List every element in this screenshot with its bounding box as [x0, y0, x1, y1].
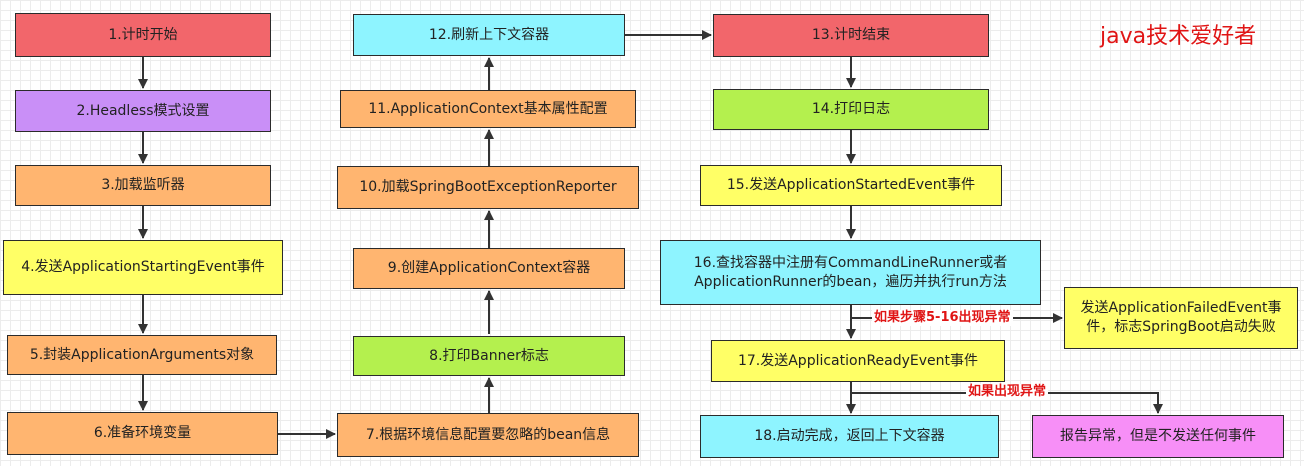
step-2-headless-setup: 2.Headless模式设置: [15, 90, 271, 132]
step-14-print-log: 14.打印日志: [713, 89, 989, 130]
step-10-load-exception-reporter: 10.加载SpringBootExceptionReporter: [337, 166, 639, 209]
exception-label: 如果出现异常: [966, 384, 1049, 400]
step-15-started-event: 15.发送ApplicationStartedEvent事件: [700, 165, 1002, 206]
step-4-starting-event: 4.发送ApplicationStartingEvent事件: [3, 240, 283, 295]
step-3-load-listeners: 3.加载监听器: [15, 165, 271, 206]
watermark-text: java技术爱好者: [1100, 24, 1257, 49]
step-9-create-context: 9.创建ApplicationContext容器: [353, 248, 625, 289]
failed-event-box: 发送ApplicationFailedEvent事 件，标志SpringBoot…: [1064, 287, 1298, 349]
step-8-print-banner: 8.打印Banner标志: [353, 336, 625, 376]
step-5-wrap-arguments: 5.封装ApplicationArguments对象: [7, 335, 277, 375]
report-exception-box: 报告异常，但是不发送任何事件: [1032, 415, 1284, 458]
step-6-prepare-environment: 6.准备环境变量: [7, 412, 278, 455]
step-17-ready-event: 17.发送ApplicationReadyEvent事件: [711, 340, 1005, 382]
step-16-run-runners: 16.查找容器中注册有CommandLineRunner或者 Applicati…: [660, 240, 1041, 305]
step-7-configure-ignore-beans: 7.根据环境信息配置要忽略的bean信息: [337, 413, 639, 457]
flow-arrows: [138, 30, 1163, 439]
step-13-timer-stop: 13.计时结束: [713, 14, 989, 57]
step-12-refresh-context: 12.刷新上下文容器: [353, 14, 625, 56]
step-11-context-properties: 11.ApplicationContext基本属性配置: [340, 90, 636, 128]
step-1-timer-start: 1.计时开始: [15, 13, 271, 57]
exception-label-steps-5-16: 如果步骤5-16出现异常: [872, 310, 1013, 326]
step-18-startup-complete: 18.启动完成，返回上下文容器: [700, 415, 999, 458]
